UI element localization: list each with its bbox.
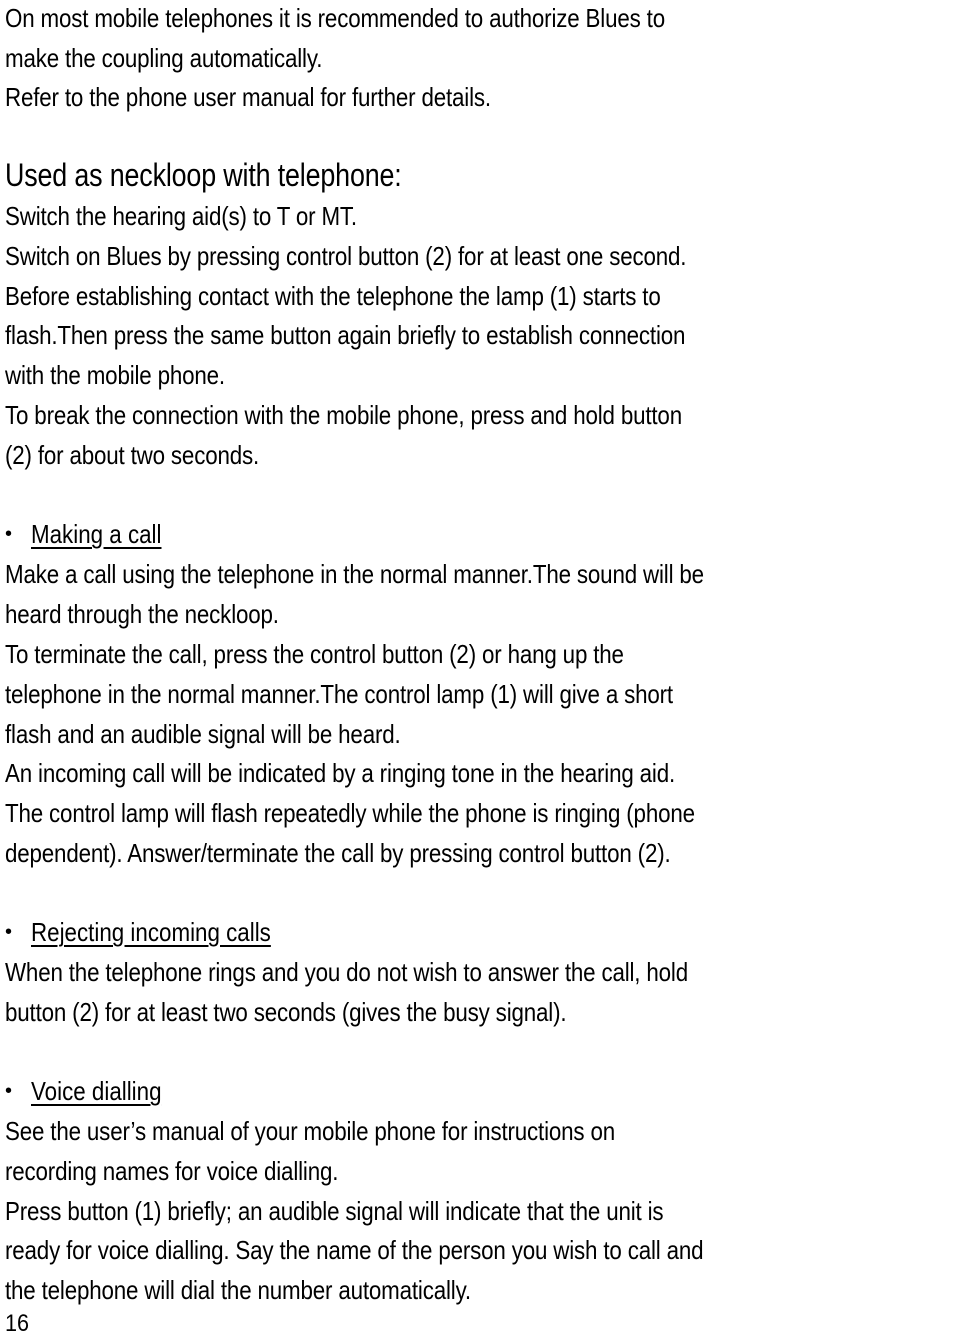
neckloop-line: Switch on Blues by pressing control butt…	[5, 241, 687, 271]
neckloop-line: flash.Then press the same button again b…	[5, 320, 686, 350]
neckloop-line: Switch the hearing aid(s) to T or MT.	[5, 201, 357, 231]
call-line: heard through the neckloop.	[5, 599, 279, 629]
neckloop-line: Before establishing contact with the tel…	[5, 281, 661, 311]
call-line: telephone in the normal manner.The contr…	[5, 679, 673, 709]
section-title: Making a call	[31, 519, 162, 549]
reject-line: When the telephone rings and you do not …	[5, 957, 688, 987]
call-line: An incoming call will be indicated by a …	[5, 758, 676, 788]
call-line: flash and an audible signal will be hear…	[5, 719, 401, 749]
section-title: Voice dialling	[31, 1076, 162, 1106]
section-heading: Used as neckloop with telephone:	[5, 157, 402, 193]
section-title: Rejecting incoming calls	[31, 917, 271, 947]
intro-line: Refer to the phone user manual for furth…	[5, 82, 491, 112]
neckloop-line: with the mobile phone.	[5, 360, 225, 390]
voice-line: the telephone will dial the number autom…	[5, 1275, 471, 1305]
neckloop-line: (2) for about two seconds.	[5, 440, 260, 470]
page-number: 16	[5, 1310, 30, 1337]
bullet-icon: •	[5, 921, 13, 943]
call-line: To terminate the call, press the control…	[5, 639, 624, 669]
call-line: Make a call using the telephone in the n…	[5, 559, 704, 589]
voice-line: ready for voice dialling. Say the name o…	[5, 1235, 704, 1265]
call-line: dependent). Answer/terminate the call by…	[5, 838, 671, 868]
bullet-icon: •	[5, 523, 13, 545]
voice-line: recording names for voice dialling.	[5, 1156, 339, 1186]
call-line: The control lamp will flash repeatedly w…	[5, 798, 695, 828]
neckloop-line: To break the connection with the mobile …	[5, 400, 682, 430]
intro-line: On most mobile telephones it is recommen…	[5, 3, 665, 33]
bullet-icon: •	[5, 1080, 13, 1102]
reject-line: button (2) for at least two seconds (giv…	[5, 997, 567, 1027]
intro-line: make the coupling automatically.	[5, 43, 323, 73]
voice-line: See the user’s manual of your mobile pho…	[5, 1116, 615, 1146]
voice-line: Press button (1) briefly; an audible sig…	[5, 1196, 664, 1226]
